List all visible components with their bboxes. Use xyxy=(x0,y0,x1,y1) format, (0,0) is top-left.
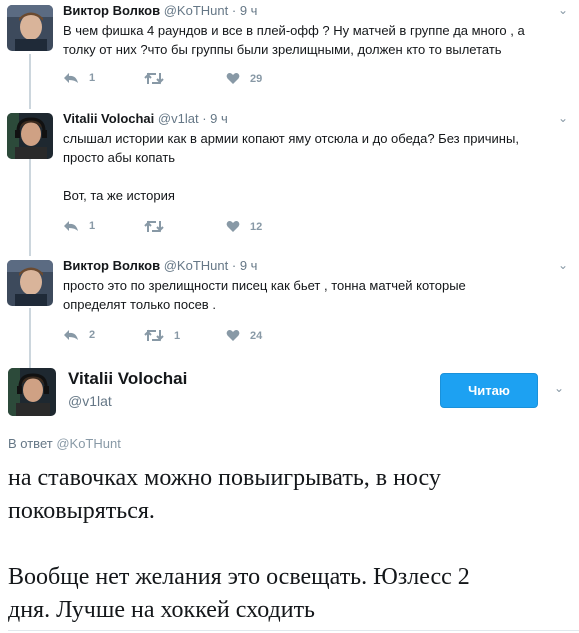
tweet: Виктор Волков @KoTHunt · 9 ч ⌄ просто эт… xyxy=(0,255,579,355)
tweet-line: дня. Лучше на хоккей сходить xyxy=(8,597,315,623)
tweet-line: поковыряться. xyxy=(8,498,155,524)
like-button[interactable]: 29 xyxy=(226,72,262,85)
avatar[interactable] xyxy=(7,5,53,51)
author-handle[interactable]: @KoTHunt xyxy=(164,258,229,273)
main-tweet-text: на ставочках можно повыигрывать, в носу … xyxy=(8,462,573,627)
tweet-header: Vitalii Volochai @v1lat · 9 ч xyxy=(63,111,228,126)
author-handle[interactable]: @v1lat xyxy=(158,111,199,126)
reply-prefix: В ответ xyxy=(8,436,53,451)
retweet-count: 1 xyxy=(174,329,181,342)
chevron-down-icon[interactable]: ⌄ xyxy=(558,258,568,272)
author-handle[interactable]: @KoTHunt xyxy=(164,3,229,18)
tweet: Vitalii Volochai @v1lat · 9 ч ⌄ слышал и… xyxy=(0,105,579,255)
heart-icon xyxy=(226,221,240,232)
reply-count: 1 xyxy=(89,72,96,84)
separator-dot: · xyxy=(202,111,207,126)
tweet-actions: 1 29 xyxy=(63,72,283,88)
chevron-down-icon[interactable]: ⌄ xyxy=(558,111,568,125)
timestamp[interactable]: 9 ч xyxy=(240,258,258,273)
tweet-line xyxy=(63,167,568,186)
retweet-icon xyxy=(144,329,164,342)
tweet-actions: 2 1 24 xyxy=(63,329,283,345)
tweet-line: В чем фишка 4 раундов и все в плей-офф ?… xyxy=(63,23,525,38)
reply-handle-link[interactable]: @KoTHunt xyxy=(56,436,121,451)
divider xyxy=(8,630,579,631)
like-count: 12 xyxy=(250,220,263,233)
author-name[interactable]: Виктор Волков xyxy=(63,258,160,273)
retweet-button[interactable]: 1 xyxy=(144,329,180,342)
reply-context: В ответ @KoTHunt xyxy=(8,436,121,451)
author-name[interactable]: Виктор Волков xyxy=(63,3,160,18)
reply-button[interactable]: 1 xyxy=(63,72,95,84)
author-name[interactable]: Vitalii Volochai xyxy=(63,111,154,126)
separator-dot: · xyxy=(231,258,237,273)
follow-button[interactable]: Читаю xyxy=(440,373,538,408)
avatar[interactable] xyxy=(7,113,53,159)
tweet-line: просто абы копать xyxy=(63,150,176,165)
tweet-line: на ставочках можно повыигрывать, в носу xyxy=(8,465,441,491)
chevron-down-icon[interactable]: ⌄ xyxy=(554,381,564,395)
heart-icon xyxy=(226,330,240,341)
tweet: Виктор Волков @KoTHunt · 9 ч ⌄ В чем фиш… xyxy=(0,0,579,100)
like-count: 29 xyxy=(250,72,263,85)
tweet-line: слышал истории как в армии копают яму от… xyxy=(63,131,519,146)
retweet-button[interactable] xyxy=(144,72,174,85)
reply-count: 2 xyxy=(89,329,96,341)
chevron-down-icon[interactable]: ⌄ xyxy=(558,3,568,17)
tweet-actions: 1 12 xyxy=(63,220,283,236)
reply-icon xyxy=(64,73,78,83)
tweet-line: просто это по зрелищности писец как бьет… xyxy=(63,278,466,293)
reply-count: 1 xyxy=(89,220,96,232)
tweet-text: просто это по зрелищности писец как бьет… xyxy=(63,276,568,314)
tweet-line: толку от них ?что бы группы были зрелищн… xyxy=(63,42,502,57)
tweet-line: Вообще нет желания это освещать. Юзлесс … xyxy=(8,564,470,590)
retweet-icon xyxy=(144,72,164,85)
heart-icon xyxy=(226,73,240,84)
separator-dot: · xyxy=(231,3,237,18)
tweet-header: Виктор Волков @KoTHunt · 9 ч xyxy=(63,3,257,18)
like-count: 24 xyxy=(250,329,263,342)
tweet-header: Виктор Волков @KoTHunt · 9 ч xyxy=(63,258,257,273)
timestamp[interactable]: 9 ч xyxy=(210,111,228,126)
reply-button[interactable]: 1 xyxy=(63,220,95,232)
like-button[interactable]: 12 xyxy=(226,220,262,233)
tweet-text: В чем фишка 4 раундов и все в плей-офф ?… xyxy=(63,21,568,59)
retweet-button[interactable] xyxy=(144,220,174,233)
avatar[interactable] xyxy=(8,368,56,416)
reply-icon xyxy=(64,221,78,231)
reply-button[interactable]: 2 xyxy=(63,329,95,341)
tweet-line: определят только посев . xyxy=(63,297,216,312)
tweet-line xyxy=(8,528,573,561)
author-handle[interactable]: @v1lat xyxy=(68,393,112,409)
tweet-text: слышал истории как в армии копают яму от… xyxy=(63,129,568,205)
like-button[interactable]: 24 xyxy=(226,329,262,342)
author-name[interactable]: Vitalii Volochai xyxy=(68,369,187,389)
timestamp[interactable]: 9 ч xyxy=(240,3,258,18)
retweet-icon xyxy=(144,220,164,233)
tweet-line: Вот, та же история xyxy=(63,188,175,203)
reply-icon xyxy=(64,330,78,340)
avatar[interactable] xyxy=(7,260,53,306)
